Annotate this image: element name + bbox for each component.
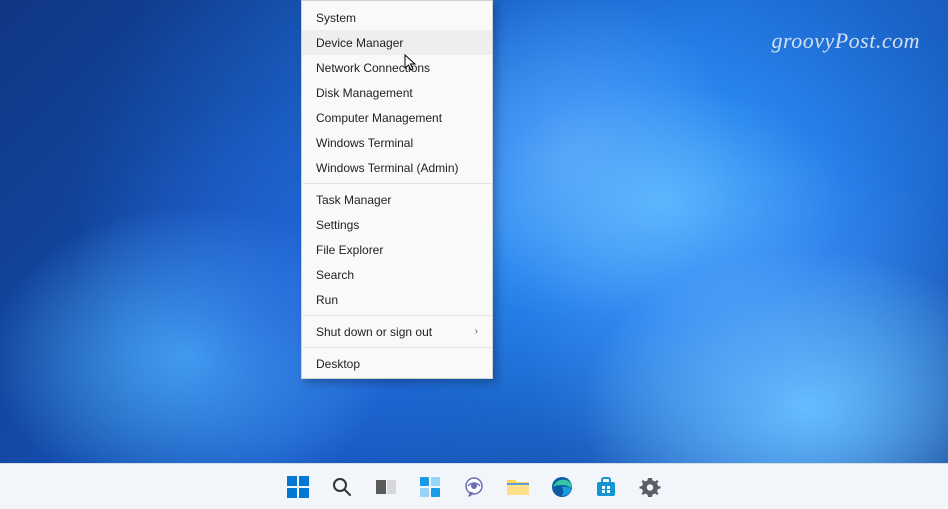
- menu-item-computer-management[interactable]: Computer Management: [302, 105, 492, 130]
- menu-item-label: System: [316, 12, 356, 24]
- search-button[interactable]: [323, 468, 361, 506]
- menu-item-task-manager[interactable]: Task Manager: [302, 187, 492, 212]
- menu-item-device-manager[interactable]: Device Manager: [302, 30, 492, 55]
- menu-item-system[interactable]: System: [302, 5, 492, 30]
- menu-item-label: Task Manager: [316, 194, 391, 206]
- chevron-right-icon: ›: [475, 327, 478, 337]
- menu-item-shut-down-or-sign-out[interactable]: Shut down or sign out ›: [302, 319, 492, 344]
- menu-item-label: Disk Management: [316, 87, 413, 99]
- menu-item-label: Windows Terminal (Admin): [316, 162, 458, 174]
- menu-item-disk-management[interactable]: Disk Management: [302, 80, 492, 105]
- search-icon: [331, 476, 353, 498]
- menu-item-network-connections[interactable]: Network Connections: [302, 55, 492, 80]
- menu-item-label: Desktop: [316, 358, 360, 370]
- widgets-button[interactable]: [411, 468, 449, 506]
- menu-item-desktop[interactable]: Desktop: [302, 351, 492, 376]
- menu-item-windows-terminal[interactable]: Windows Terminal: [302, 130, 492, 155]
- menu-item-run[interactable]: Run: [302, 287, 492, 312]
- menu-item-label: Search: [316, 269, 354, 281]
- menu-item-label: Windows Terminal: [316, 137, 413, 149]
- menu-item-label: Settings: [316, 219, 359, 231]
- menu-separator: [303, 347, 491, 348]
- menu-item-label: Shut down or sign out: [316, 326, 432, 338]
- menu-item-settings[interactable]: Settings: [302, 212, 492, 237]
- store-icon: [595, 476, 617, 498]
- store-button[interactable]: [587, 468, 625, 506]
- menu-separator: [303, 183, 491, 184]
- chat-button[interactable]: [455, 468, 493, 506]
- widgets-icon: [419, 476, 441, 498]
- menu-item-search[interactable]: Search: [302, 262, 492, 287]
- menu-item-label: Device Manager: [316, 37, 403, 49]
- folder-icon: [506, 477, 530, 497]
- menu-separator: [303, 315, 491, 316]
- gear-icon: [639, 476, 661, 498]
- edge-icon: [551, 476, 573, 498]
- menu-item-label: Run: [316, 294, 338, 306]
- taskbar: [0, 463, 948, 509]
- menu-item-file-explorer[interactable]: File Explorer: [302, 237, 492, 262]
- winx-context-menu: System Device Manager Network Connections D…: [301, 0, 493, 379]
- task-view-button[interactable]: [367, 468, 405, 506]
- file-explorer-button[interactable]: [499, 468, 537, 506]
- menu-item-label: Network Connections: [316, 62, 430, 74]
- menu-item-windows-terminal-admin[interactable]: Windows Terminal (Admin): [302, 155, 492, 180]
- menu-item-label: Computer Management: [316, 112, 442, 124]
- settings-button[interactable]: [631, 468, 669, 506]
- windows-start-icon: [287, 476, 309, 498]
- task-view-icon: [375, 477, 397, 497]
- menu-item-label: File Explorer: [316, 244, 383, 256]
- start-button[interactable]: [279, 468, 317, 506]
- chat-icon: [463, 476, 485, 498]
- edge-button[interactable]: [543, 468, 581, 506]
